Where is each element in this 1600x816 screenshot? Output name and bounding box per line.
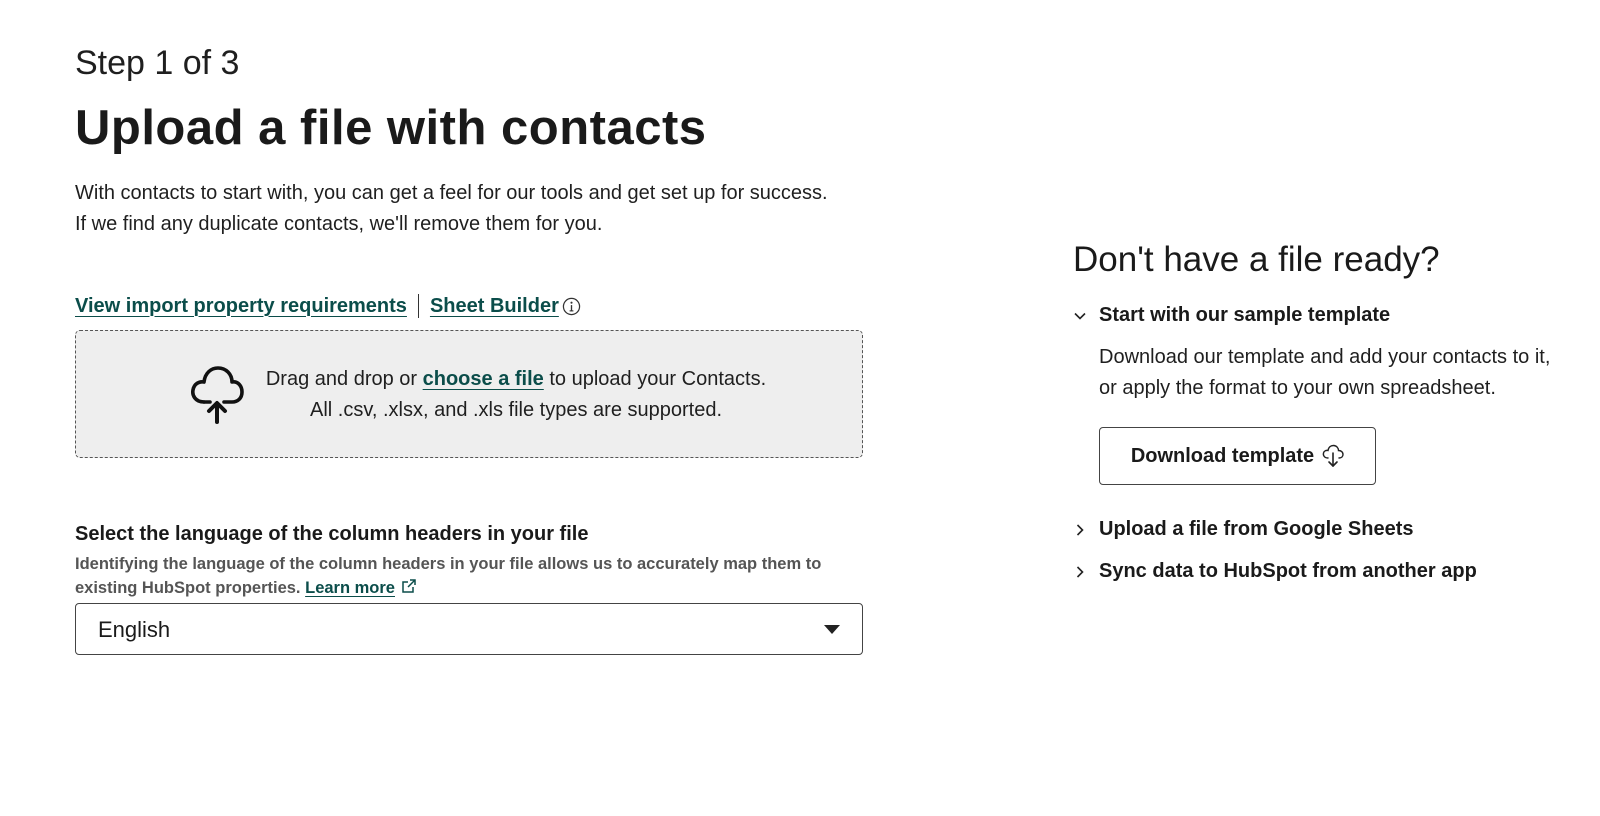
chevron-down-icon <box>1074 312 1086 320</box>
accordion-sample-template[interactable]: Start with our sample template <box>1073 304 1390 327</box>
link-divider <box>417 294 419 318</box>
chevron-right-icon <box>1076 523 1084 536</box>
language-select-value: English <box>98 617 171 642</box>
dropzone-prefix: Drag and drop or <box>265 368 423 390</box>
sheet-builder-link[interactable]: Sheet Builder <box>430 295 559 318</box>
page-title: Upload a file with contacts <box>75 101 707 155</box>
accordion-sync-app[interactable]: Sync data to HubSpot from another app <box>1073 560 1477 583</box>
choose-file-link[interactable]: choose a file <box>423 368 544 390</box>
caret-down-icon <box>824 625 840 634</box>
dropzone-text: Drag and drop or choose a file to upload… <box>256 364 776 426</box>
dropzone-suffix: to upload your Contacts. <box>543 368 767 390</box>
supported-types-text: All .csv, .xlsx, and .xls file types are… <box>309 399 723 421</box>
language-select[interactable]: English <box>75 603 863 655</box>
download-template-label: Download template <box>1130 444 1315 467</box>
external-link-icon[interactable] <box>401 578 417 594</box>
step-indicator: Step 1 of 3 <box>75 44 240 82</box>
view-requirements-link[interactable]: View import property requirements <box>75 295 407 318</box>
accordion-label: Start with our sample template <box>1099 304 1391 326</box>
cloud-upload-icon <box>191 366 244 424</box>
intro-line: With contacts to start with, you can get… <box>75 182 828 204</box>
helper-links: View import property requirements Sheet … <box>75 294 581 318</box>
intro-line: If we find any duplicate contacts, we'll… <box>75 213 603 235</box>
language-help-text: Identifying the language of the column h… <box>75 552 865 600</box>
chevron-right-icon <box>1076 565 1084 578</box>
language-label: Select the language of the column header… <box>75 523 589 545</box>
intro-text: With contacts to start with, you can get… <box>75 178 828 240</box>
dropzone-instruction: Drag and drop or choose a file to upload… <box>256 364 776 395</box>
accordion-label: Sync data to HubSpot from another app <box>1099 560 1477 582</box>
info-icon[interactable] <box>562 297 581 316</box>
language-help: Identifying the language of the column h… <box>75 555 822 597</box>
learn-more-link[interactable]: Learn more <box>305 579 395 597</box>
accordion-google-sheets[interactable]: Upload a file from Google Sheets <box>1073 518 1414 541</box>
download-cloud-icon <box>1322 444 1344 467</box>
download-template-button[interactable]: Download template <box>1099 427 1376 485</box>
file-dropzone[interactable]: Drag and drop or choose a file to upload… <box>75 330 863 458</box>
sidebar-title: Don't have a file ready? <box>1073 240 1440 279</box>
accordion-label: Upload a file from Google Sheets <box>1099 518 1414 540</box>
sample-template-description: Download our template and add your conta… <box>1099 346 1551 399</box>
